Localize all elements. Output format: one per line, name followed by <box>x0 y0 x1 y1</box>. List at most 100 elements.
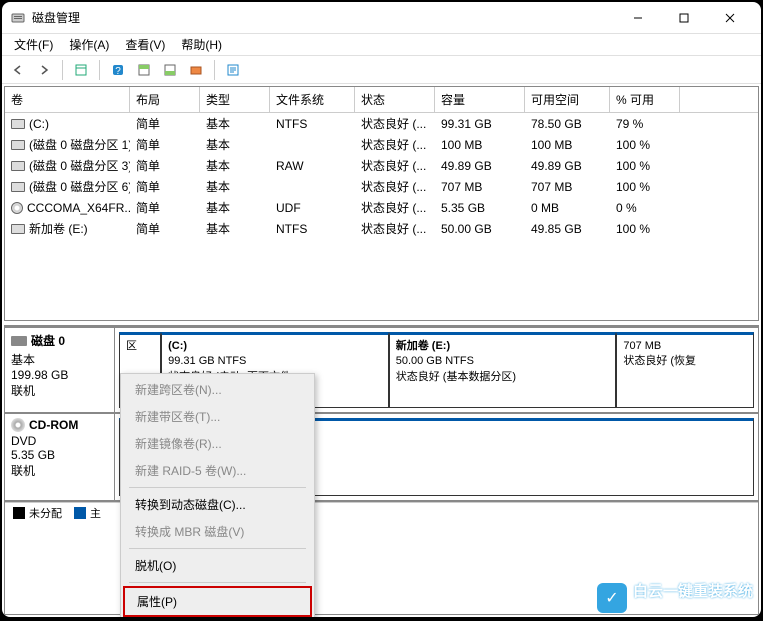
partition-status: 状态良好 (恢复 <box>623 354 747 369</box>
menu-file[interactable]: 文件(F) <box>6 34 61 55</box>
partition-label: (C:) <box>168 339 382 354</box>
volume-pct: 79 % <box>610 113 680 134</box>
properties-button[interactable] <box>221 58 245 82</box>
col-fs[interactable]: 文件系统 <box>270 87 355 112</box>
col-pct[interactable]: % 可用 <box>610 87 680 112</box>
volume-free: 100 MB <box>525 134 610 155</box>
volume-capacity: 100 MB <box>435 134 525 155</box>
col-free[interactable]: 可用空间 <box>525 87 610 112</box>
cdrom-row[interactable]: CD-ROM DVD 5.35 GB 联机 9 (D:) <box>5 414 758 502</box>
volume-row[interactable]: 新加卷 (E:)简单基本NTFS状态良好 (...50.00 GB49.85 G… <box>5 218 758 239</box>
volume-list-header: 卷 布局 类型 文件系统 状态 容量 可用空间 % 可用 <box>5 87 758 113</box>
ctx-new-stripe: 新建带区卷(T)... <box>123 403 312 430</box>
volume-type: 基本 <box>200 176 270 197</box>
volume-icon <box>11 224 25 234</box>
volume-free: 707 MB <box>525 176 610 197</box>
volume-capacity: 49.89 GB <box>435 155 525 176</box>
ctx-to-mbr: 转换成 MBR 磁盘(V) <box>123 518 312 545</box>
volume-capacity: 50.00 GB <box>435 218 525 239</box>
volume-row[interactable]: (磁盘 0 磁盘分区 3)简单基本RAW状态良好 (...49.89 GB49.… <box>5 155 758 176</box>
layout-bottom-button[interactable] <box>158 58 182 82</box>
legend-unalloc-icon <box>13 507 25 519</box>
volume-fs: NTFS <box>270 113 355 134</box>
volume-name: 新加卷 (E:) <box>29 220 88 237</box>
volume-fs <box>270 134 355 155</box>
app-icon <box>10 10 26 26</box>
cdrom-title: CD-ROM <box>29 418 78 432</box>
volume-layout: 简单 <box>130 155 200 176</box>
volume-icon <box>11 119 25 129</box>
volume-name: CCCOMA_X64FR... <box>27 201 130 215</box>
col-volume[interactable]: 卷 <box>5 87 130 112</box>
cdrom-type: DVD <box>11 434 108 448</box>
titlebar: 磁盘管理 <box>2 2 761 34</box>
watermark: ✓ 白云一键重装系统 www.baiyunxitong.com <box>597 583 753 613</box>
forward-button[interactable] <box>32 58 56 82</box>
ctx-new-span: 新建跨区卷(N)... <box>123 376 312 403</box>
maximize-button[interactable] <box>661 2 707 34</box>
volume-pct: 100 % <box>610 134 680 155</box>
minimize-button[interactable] <box>615 2 661 34</box>
disk-0-info[interactable]: 磁盘 0 基本 199.98 GB 联机 <box>5 328 115 412</box>
menu-help[interactable]: 帮助(H) <box>173 34 230 55</box>
menu-view[interactable]: 查看(V) <box>117 34 173 55</box>
view-button[interactable] <box>69 58 93 82</box>
watermark-text: 白云一键重装系统 <box>633 584 753 601</box>
cd-icon <box>11 418 25 432</box>
volume-status: 状态良好 (... <box>355 197 435 218</box>
volume-fs: UDF <box>270 197 355 218</box>
disk-0-row[interactable]: 磁盘 0 基本 199.98 GB 联机 区 (C:) 99.31 GB NTF… <box>5 326 758 414</box>
partition-size: 99.31 GB NTFS <box>168 354 382 369</box>
volume-layout: 简单 <box>130 176 200 197</box>
menu-action[interactable]: 操作(A) <box>61 34 117 55</box>
volume-fs: RAW <box>270 155 355 176</box>
partition-size: 707 MB <box>623 339 747 354</box>
volume-free: 49.89 GB <box>525 155 610 176</box>
disk-0-type: 基本 <box>11 351 108 368</box>
volume-row[interactable]: (磁盘 0 磁盘分区 1)简单基本状态良好 (...100 MB100 MB10… <box>5 134 758 155</box>
volume-icon <box>11 140 25 150</box>
layout-top-button[interactable] <box>132 58 156 82</box>
settings-button[interactable] <box>184 58 208 82</box>
close-button[interactable] <box>707 2 753 34</box>
volume-status: 状态良好 (... <box>355 155 435 176</box>
back-button[interactable] <box>6 58 30 82</box>
cdrom-info[interactable]: CD-ROM DVD 5.35 GB 联机 <box>5 414 115 500</box>
volume-row[interactable]: CCCOMA_X64FR...简单基本UDF状态良好 (...5.35 GB0 … <box>5 197 758 218</box>
partition-box[interactable]: 新加卷 (E:) 50.00 GB NTFS 状态良好 (基本数据分区) <box>389 332 617 408</box>
volume-fs: NTFS <box>270 218 355 239</box>
watermark-icon: ✓ <box>597 583 627 613</box>
watermark-url: www.baiyunxitong.com <box>633 601 753 612</box>
content: 卷 布局 类型 文件系统 状态 容量 可用空间 % 可用 (C:)简单基本NTF… <box>2 84 761 617</box>
col-type[interactable]: 类型 <box>200 87 270 112</box>
col-status[interactable]: 状态 <box>355 87 435 112</box>
volume-list[interactable]: 卷 布局 类型 文件系统 状态 容量 可用空间 % 可用 (C:)简单基本NTF… <box>4 86 759 321</box>
volume-name: (C:) <box>29 117 49 131</box>
window-title: 磁盘管理 <box>32 9 615 26</box>
separator <box>129 582 306 583</box>
volume-pct: 100 % <box>610 176 680 197</box>
volume-row[interactable]: (磁盘 0 磁盘分区 6)简单基本状态良好 (...707 MB707 MB10… <box>5 176 758 197</box>
volume-status: 状态良好 (... <box>355 134 435 155</box>
col-capacity[interactable]: 容量 <box>435 87 525 112</box>
legend: 未分配 主 <box>5 502 758 522</box>
volume-layout: 简单 <box>130 197 200 218</box>
help-button[interactable]: ? <box>106 58 130 82</box>
volume-layout: 简单 <box>130 113 200 134</box>
volume-free: 78.50 GB <box>525 113 610 134</box>
separator <box>129 487 306 488</box>
volume-pct: 100 % <box>610 155 680 176</box>
context-menu: 新建跨区卷(N)... 新建带区卷(T)... 新建镜像卷(R)... 新建 R… <box>120 373 315 617</box>
volume-pct: 0 % <box>610 197 680 218</box>
ctx-to-dynamic[interactable]: 转换到动态磁盘(C)... <box>123 491 312 518</box>
disk-0-title: 磁盘 0 <box>31 332 65 349</box>
volume-layout: 简单 <box>130 218 200 239</box>
col-layout[interactable]: 布局 <box>130 87 200 112</box>
ctx-properties[interactable]: 属性(P) <box>123 586 312 617</box>
separator <box>129 548 306 549</box>
volume-row[interactable]: (C:)简单基本NTFS状态良好 (...99.31 GB78.50 GB79 … <box>5 113 758 134</box>
legend-primary-icon <box>74 507 86 519</box>
partition-box[interactable]: 707 MB 状态良好 (恢复 <box>616 332 754 408</box>
volume-status: 状态良好 (... <box>355 218 435 239</box>
ctx-offline[interactable]: 脱机(O) <box>123 552 312 579</box>
